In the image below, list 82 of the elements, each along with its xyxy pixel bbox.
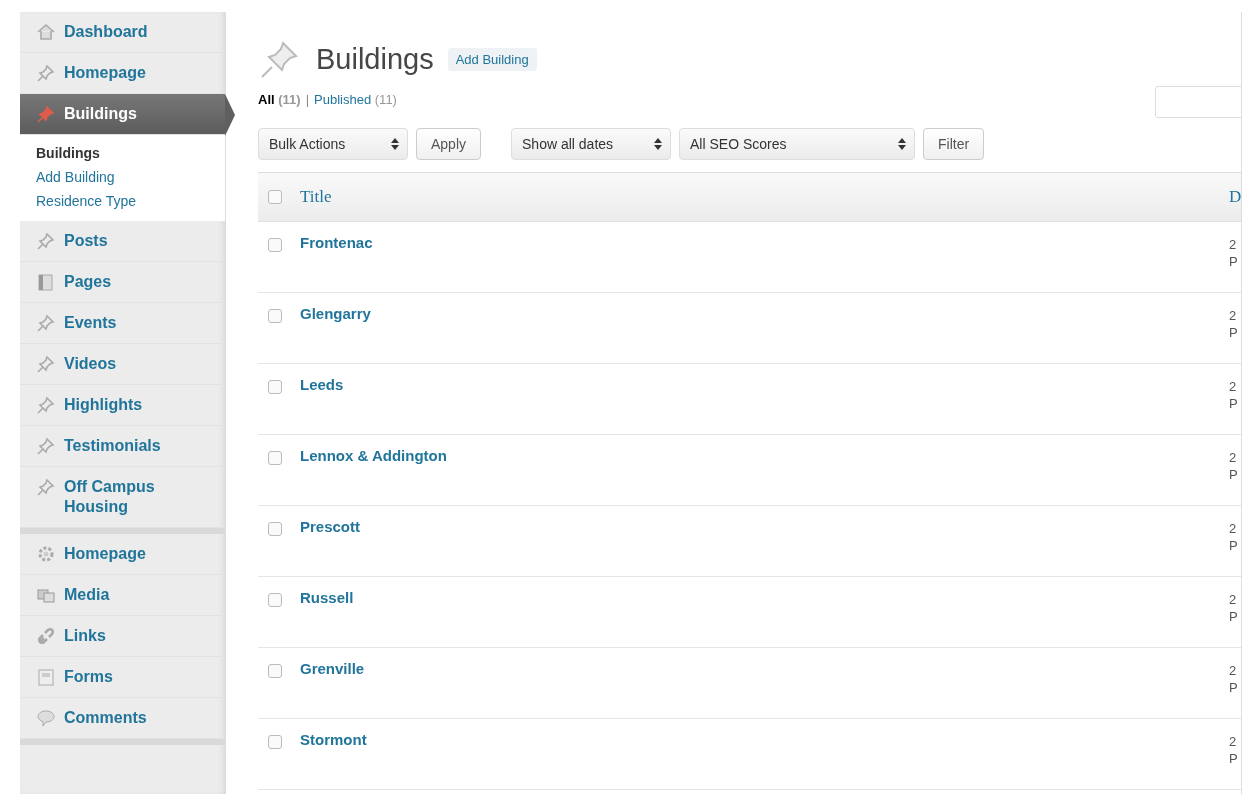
row-checkbox[interactable] — [268, 735, 282, 749]
submenu-item[interactable]: Residence Type — [20, 189, 225, 213]
speech-bubble-icon — [36, 708, 56, 728]
table-cell-text: P — [1229, 395, 1239, 412]
view-filter-link[interactable]: Published (11) — [314, 92, 397, 107]
row-checkbox[interactable] — [268, 451, 282, 465]
sidebar-menu-item[interactable]: Homepage — [20, 534, 225, 575]
up-down-caret-icon — [898, 138, 907, 150]
sidebar-menu-item[interactable]: Videos — [20, 344, 225, 385]
search-field[interactable] — [1155, 86, 1241, 118]
pushpin-icon — [36, 313, 56, 333]
separator-text: | — [305, 92, 310, 107]
pushpin-icon — [36, 63, 56, 83]
table-cell-text: P — [1229, 253, 1239, 270]
pushpin-icon — [36, 231, 56, 251]
pushpin-icon — [36, 477, 56, 497]
sidebar-menu-item[interactable]: Media — [20, 575, 225, 616]
page-title: Buildings — [316, 42, 434, 76]
sidebar-menu-item[interactable]: Comments — [20, 698, 225, 739]
view-filter-link[interactable]: All (11) — [258, 92, 301, 107]
building-title-link[interactable]: Frontenac — [300, 234, 1229, 251]
table-cell-text: 2 — [1229, 662, 1238, 679]
column-header[interactable]: D — [1229, 187, 1241, 207]
table-cell-text: 2 — [1229, 733, 1238, 750]
row-checkbox[interactable] — [268, 309, 282, 323]
table-cell-text: P — [1229, 466, 1239, 483]
pushpin-icon — [36, 354, 56, 374]
table-cell-text: 2 — [1229, 236, 1238, 253]
sidebar-menu-item[interactable]: Pages — [20, 262, 225, 303]
building-title-link[interactable]: Lennox & Addington — [300, 447, 1229, 464]
sidebar-menu-item[interactable]: Highlights — [20, 385, 225, 426]
table-cell-text: 2 — [1229, 591, 1238, 608]
sidebar-menu-item[interactable]: Testimonials — [20, 426, 225, 467]
row-checkbox[interactable] — [268, 238, 282, 252]
date-select[interactable]: Show all dates — [511, 128, 672, 160]
sidebar-menu-item[interactable]: Dashboard — [20, 12, 225, 53]
table-cell-text: P — [1229, 750, 1239, 767]
up-down-caret-icon — [391, 138, 399, 150]
building-title-link[interactable]: Glengarry — [300, 305, 1229, 322]
table-cell-text: P — [1229, 324, 1239, 341]
submenu-item[interactable]: Buildings — [20, 141, 225, 165]
table-cell-text: P — [1229, 608, 1239, 625]
form-icon — [36, 667, 56, 687]
select-value: Show all dates — [522, 136, 614, 152]
sidebar-menu-item[interactable]: Events — [20, 303, 225, 344]
building-title-link[interactable]: Leeds — [300, 376, 1229, 393]
select-value: Bulk Actions — [269, 136, 346, 152]
apply-button[interactable]: Apply — [416, 128, 482, 160]
row-checkbox[interactable] — [268, 593, 282, 607]
pages-icon — [36, 272, 56, 292]
bulk-actions-select[interactable]: Bulk Actions — [258, 128, 408, 160]
up-down-caret-icon — [654, 138, 663, 150]
add-building-button[interactable]: Add Building — [447, 47, 537, 71]
sidebar-menu-item[interactable]: Off Campus Housing — [20, 467, 225, 528]
row-checkbox[interactable] — [268, 380, 282, 394]
pushpin-icon — [36, 436, 56, 456]
house-icon — [36, 22, 56, 42]
seo-score-select[interactable]: All SEO Scores — [679, 128, 916, 160]
pushpin-icon — [36, 395, 56, 415]
filter-button[interactable]: Filter — [923, 128, 985, 160]
table-cell-text: P — [1229, 537, 1239, 554]
gear-icon — [36, 544, 56, 564]
row-checkbox[interactable] — [268, 664, 282, 678]
building-title-link[interactable]: Prescott — [300, 518, 1229, 535]
table-cell-text: 2 — [1229, 520, 1238, 537]
building-title-link[interactable]: Grenville — [300, 660, 1229, 677]
building-title-link[interactable]: Stormont — [300, 731, 1229, 748]
submenu-item[interactable]: Add Building — [20, 165, 225, 189]
row-checkbox[interactable] — [268, 522, 282, 536]
select-all-checkbox[interactable] — [268, 190, 282, 204]
sidebar-menu-item[interactable]: Links — [20, 616, 225, 657]
table-cell-text: 2 — [1229, 307, 1238, 324]
chain-link-icon — [36, 626, 56, 646]
select-value: All SEO Scores — [690, 136, 787, 152]
sidebar-menu-item[interactable]: Posts — [20, 221, 225, 262]
building-title-link[interactable]: Russell — [300, 589, 1229, 606]
sidebar-menu-item[interactable]: Forms — [20, 657, 225, 698]
table-cell-text: P — [1229, 679, 1239, 696]
column-header[interactable]: Title — [300, 187, 1229, 207]
table-cell-text: 2 — [1229, 449, 1238, 466]
table-cell-text: 2 — [1229, 378, 1238, 395]
pushpin-icon — [36, 104, 56, 124]
